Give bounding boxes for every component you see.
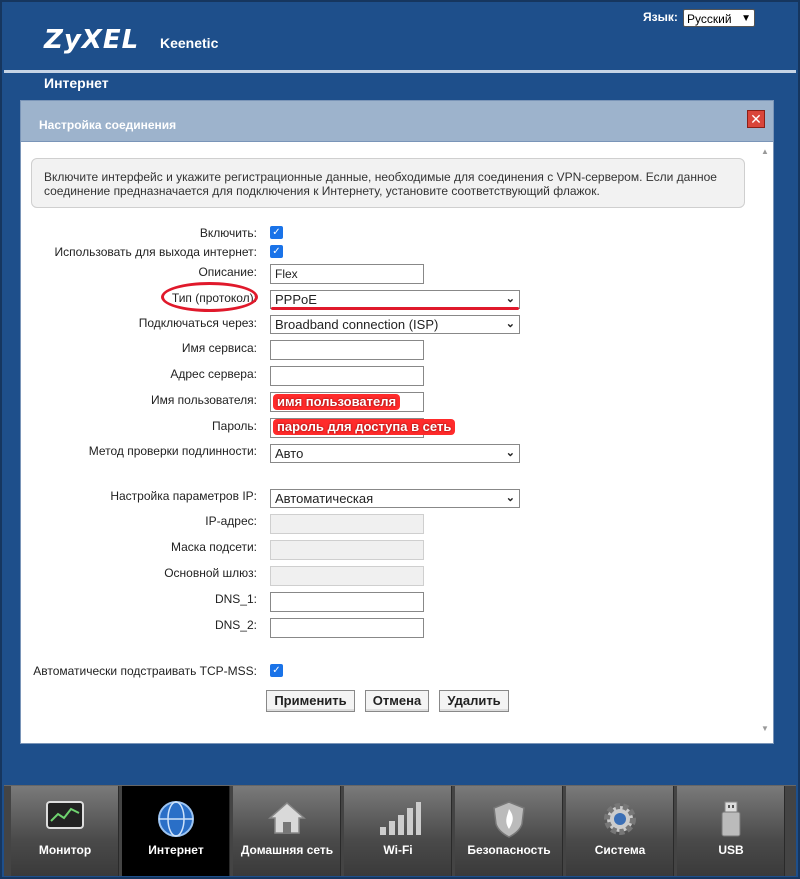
- enable-label: Включить:: [199, 226, 257, 240]
- tab-internet[interactable]: Интернет: [122, 786, 230, 876]
- gateway-label: Основной шлюз:: [164, 566, 257, 580]
- scroll-down-icon[interactable]: ▼: [759, 724, 771, 733]
- tab-home-network[interactable]: Домашняя сеть: [233, 786, 341, 876]
- cancel-button[interactable]: Отмена: [365, 690, 429, 712]
- tab-label: Интернет: [148, 843, 204, 857]
- service-name-label: Имя сервиса:: [181, 341, 257, 355]
- tab-label: Монитор: [38, 843, 92, 857]
- page-title: Интернет: [44, 75, 109, 91]
- ip-settings-label: Настройка параметров IP:: [110, 489, 257, 503]
- header-divider: [4, 70, 796, 73]
- language-label: Язык:: [643, 10, 678, 24]
- ip-address-label: IP-адрес:: [205, 514, 257, 528]
- close-icon[interactable]: ✕: [747, 110, 765, 128]
- dns1-field[interactable]: [270, 592, 424, 612]
- password-annotation: пароль для доступа в сеть: [273, 419, 456, 435]
- tab-usb[interactable]: USB: [677, 786, 785, 876]
- chevron-down-icon: ⌄: [505, 447, 515, 459]
- tab-system[interactable]: Система: [566, 786, 674, 876]
- connect-via-label: Подключаться через:: [138, 316, 257, 330]
- ip-address-field: [270, 514, 424, 534]
- gear-icon: [600, 799, 640, 839]
- shield-icon: [489, 799, 529, 839]
- tcp-mss-checkbox[interactable]: ✓: [270, 664, 283, 677]
- info-notice: Включите интерфейс и укажите регистрацио…: [31, 158, 745, 208]
- dialog-title: Настройка соединения: [39, 118, 177, 132]
- auth-method-label: Метод проверки подлинности:: [88, 444, 257, 458]
- tab-security[interactable]: Безопасность: [455, 786, 563, 876]
- tcp-mss-label: Автоматически подстраивать TCP-MSS:: [33, 664, 257, 678]
- tab-label: Wi-Fi: [383, 843, 413, 857]
- auth-method-value: Авто: [275, 446, 304, 461]
- zyxel-logo: ZyXEL: [44, 25, 140, 55]
- subnet-mask-label: Маска подсети:: [170, 540, 257, 554]
- tab-label: Система: [594, 843, 646, 857]
- subnet-mask-field: [270, 540, 424, 560]
- description-label: Описание:: [198, 265, 257, 279]
- server-address-label: Адрес сервера:: [170, 367, 257, 381]
- enable-checkbox[interactable]: ✓: [270, 226, 283, 239]
- scroll-up-icon[interactable]: ▲: [759, 147, 771, 156]
- server-address-field[interactable]: [270, 366, 424, 386]
- use-internet-checkbox[interactable]: ✓: [270, 245, 283, 258]
- signal-bars-icon: [378, 799, 421, 839]
- scrollbar[interactable]: ▲ ▼: [759, 145, 771, 733]
- bottom-taskbar: Монитор Интернет Домашняя сеть Wi-Fi Без…: [4, 785, 796, 876]
- connect-via-value: Broadband connection (ISP): [275, 317, 439, 332]
- dns1-label: DNS_1:: [214, 592, 257, 606]
- dns2-label: DNS_2:: [214, 618, 257, 632]
- tab-monitor[interactable]: Монитор: [11, 786, 119, 876]
- product-name: Keenetic: [160, 35, 219, 51]
- apply-button[interactable]: Применить: [266, 690, 355, 712]
- username-annotation: имя пользователя: [273, 394, 401, 410]
- ip-settings-select[interactable]: Автоматическая ⌄: [270, 489, 520, 508]
- globe-icon: [156, 799, 196, 839]
- ip-settings-value: Автоматическая: [275, 491, 374, 506]
- tab-label: USB: [718, 843, 744, 857]
- connection-settings-dialog: Настройка соединения ✕ ▲ ▼ Включите инте…: [20, 100, 774, 744]
- protocol-value: PPPoE: [275, 292, 317, 307]
- annotation-underline: [271, 307, 519, 310]
- password-label: Пароль:: [212, 419, 257, 433]
- house-icon: [267, 799, 307, 839]
- dns2-field[interactable]: [270, 618, 424, 638]
- chevron-down-icon: ⌄: [505, 318, 515, 330]
- gateway-field: [270, 566, 424, 586]
- usb-icon: [711, 799, 751, 839]
- tab-label: Домашняя сеть: [240, 843, 334, 857]
- description-field[interactable]: Flex: [270, 264, 424, 284]
- tab-label: Безопасность: [467, 843, 551, 857]
- chevron-down-icon: ▼: [741, 13, 751, 24]
- auth-method-select[interactable]: Авто ⌄: [270, 444, 520, 463]
- chevron-down-icon: ⌄: [505, 492, 515, 504]
- language-select[interactable]: Русский ▼: [683, 9, 755, 27]
- chevron-down-icon: ⌄: [505, 293, 515, 305]
- annotation-oval: [161, 282, 258, 312]
- delete-button[interactable]: Удалить: [439, 690, 509, 712]
- use-internet-label: Использовать для выхода интернет:: [54, 245, 257, 259]
- dialog-header: Настройка соединения ✕: [21, 101, 773, 142]
- username-label: Имя пользователя:: [150, 393, 257, 407]
- service-name-field[interactable]: [270, 340, 424, 360]
- tab-wifi[interactable]: Wi-Fi: [344, 786, 452, 876]
- monitor-icon: [45, 799, 85, 839]
- connect-via-select[interactable]: Broadband connection (ISP) ⌄: [270, 315, 520, 334]
- language-value: Русский: [687, 12, 732, 26]
